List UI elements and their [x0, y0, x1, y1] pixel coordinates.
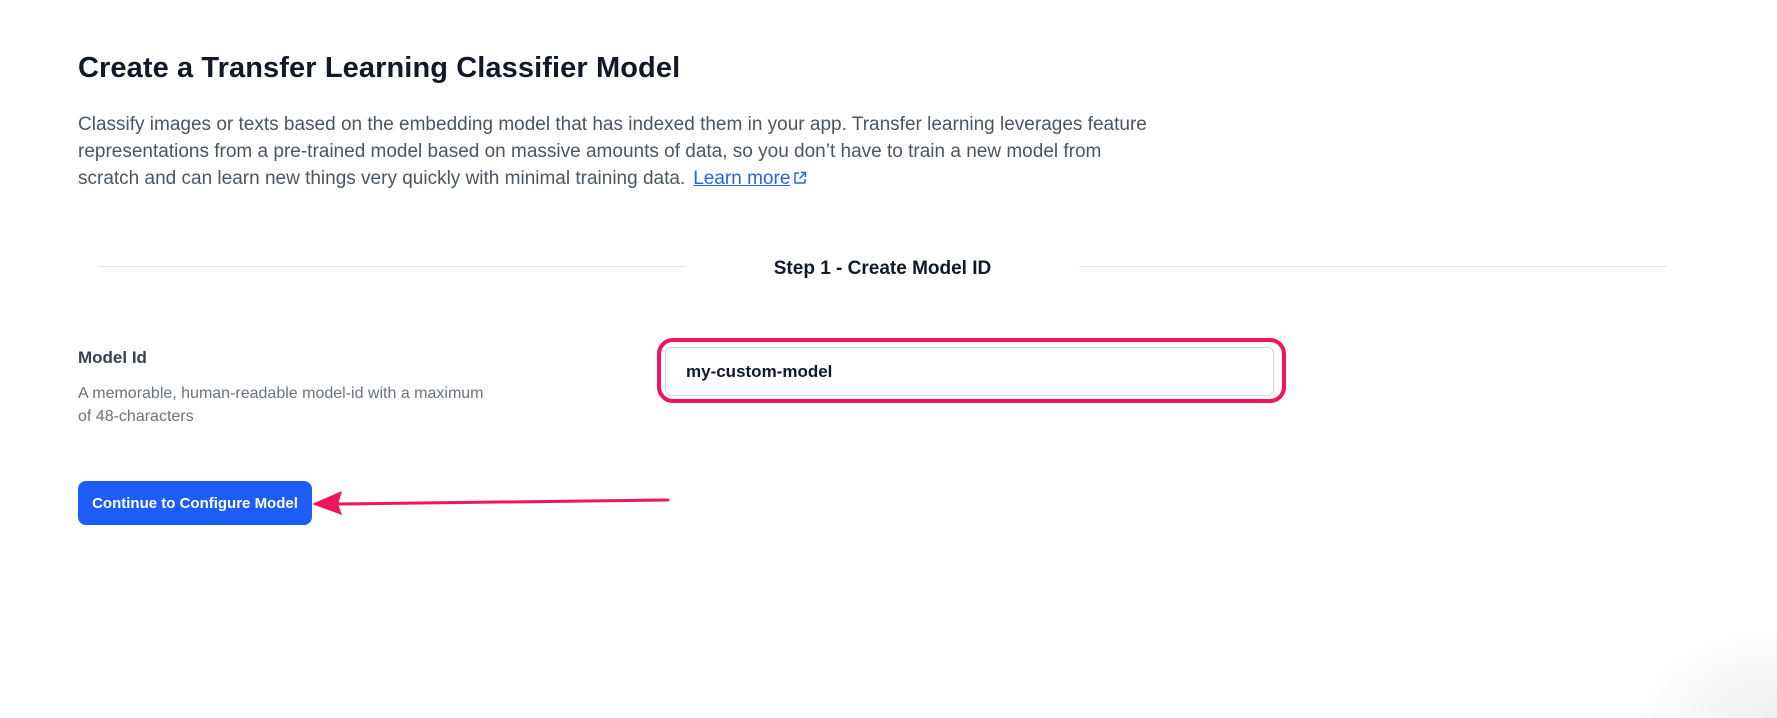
arrow-left-icon	[312, 491, 670, 515]
page: Create a Transfer Learning Classifier Mo…	[0, 0, 1777, 718]
intro-description: Classify images or texts based on the em…	[78, 114, 1147, 189]
learn-more-link[interactable]: Learn more	[693, 168, 807, 189]
step-divider-right	[1079, 266, 1667, 267]
learn-more-label: Learn more	[693, 168, 791, 189]
step-title: Step 1 - Create Model ID	[773, 258, 992, 279]
model-id-input[interactable]	[665, 347, 1274, 396]
corner-shade	[1637, 628, 1777, 718]
continue-button[interactable]: Continue to Configure Model	[78, 481, 312, 525]
step-divider-left	[98, 266, 686, 267]
intro-text: Classify images or texts based on the em…	[78, 111, 1158, 193]
model-id-help: A memorable, human-readable model-id wit…	[78, 385, 484, 425]
model-id-label: Model Id	[78, 348, 147, 367]
page-title: Create a Transfer Learning Classifier Mo…	[78, 52, 681, 84]
external-link-icon	[793, 166, 807, 193]
